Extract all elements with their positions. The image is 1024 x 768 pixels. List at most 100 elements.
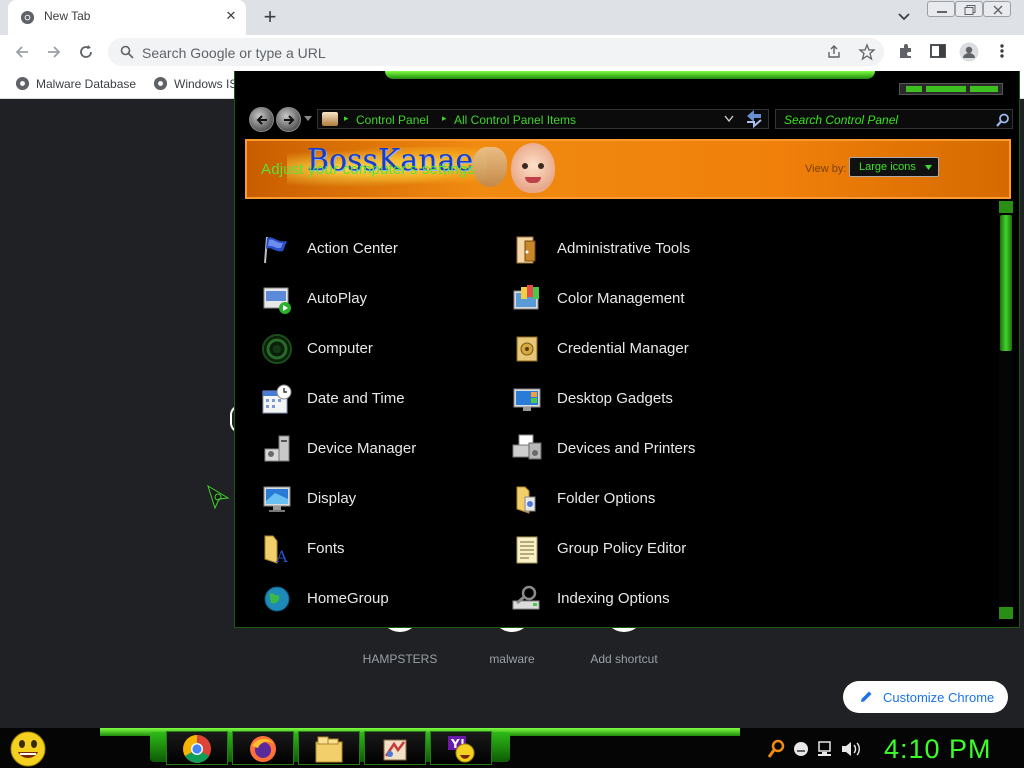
breadcrumb[interactable]: ▸ Control Panel ▸ All Control Panel Item… — [317, 109, 769, 129]
tab-close-icon[interactable]: ✕ — [222, 8, 240, 24]
tab-new-tab[interactable]: New Tab ✕ — [8, 0, 246, 35]
list-item-action-center[interactable]: Action Center — [245, 229, 485, 269]
list-item-color-management[interactable]: Color Management — [495, 279, 735, 319]
firefox-icon — [250, 736, 276, 762]
control-panel-items: Action Center AutoPlay Computer Date and… — [245, 205, 997, 625]
breadcrumb-separator-icon: ▸ — [442, 113, 447, 123]
item-label: Folder Options — [557, 490, 656, 507]
network-icon[interactable] — [818, 741, 831, 756]
shortcut-label-hampsters[interactable]: HAMPSTERS — [345, 652, 455, 666]
start-smiley-icon[interactable] — [8, 730, 48, 768]
side-panel-icon[interactable] — [929, 42, 947, 60]
minimize-icon — [937, 11, 947, 13]
list-item-group-policy-editor[interactable]: Group Policy Editor — [495, 529, 735, 569]
list-item-credential-manager[interactable]: Credential Manager — [495, 329, 735, 369]
search-magnifier-icon[interactable] — [996, 113, 1010, 127]
folder-options-icon — [516, 486, 536, 514]
forward-arrow-icon — [284, 115, 295, 125]
control-panel-window: ▸ Control Panel ▸ All Control Panel Item… — [234, 71, 1020, 628]
back-arrow-icon[interactable] — [12, 42, 32, 62]
globe-favicon-icon — [15, 76, 30, 91]
vertical-scrollbar[interactable] — [999, 201, 1013, 619]
taskbar-control-panel[interactable] — [364, 731, 426, 765]
profile-avatar-icon[interactable] — [959, 42, 979, 62]
header-banner: BossKanae Adjust your computer's setting… — [245, 139, 1011, 199]
flag-icon — [264, 236, 287, 264]
menu-kebab-icon[interactable] — [994, 42, 1010, 60]
list-item-indexing-options[interactable]: Indexing Options — [495, 579, 735, 619]
credential-vault-icon — [516, 336, 538, 362]
item-label: Device Manager — [307, 440, 417, 457]
tiger-image — [473, 147, 507, 187]
scroll-down-arrow-icon[interactable] — [999, 607, 1013, 619]
taskbar-chrome[interactable] — [166, 731, 228, 765]
search-control-panel-input[interactable]: Search Control Panel — [775, 109, 1013, 129]
share-icon[interactable] — [826, 44, 842, 60]
indexing-icon — [512, 585, 540, 610]
taskbar-firefox[interactable] — [232, 731, 294, 765]
breadcrumb-all-items[interactable]: All Control Panel Items — [454, 113, 576, 127]
minimize-button[interactable] — [927, 1, 955, 17]
item-label: Administrative Tools — [557, 240, 691, 257]
new-tab-button[interactable]: + — [258, 4, 282, 30]
customize-chrome-button[interactable]: Customize Chrome — [843, 681, 1008, 713]
bookmark-malware-database[interactable]: Malware Database — [15, 76, 145, 92]
shortcut-label-malware[interactable]: malware — [457, 652, 567, 666]
item-label: Computer — [307, 340, 373, 357]
printer-icon — [512, 434, 542, 460]
bookmark-star-icon[interactable] — [858, 43, 876, 61]
control-panel-icon — [322, 112, 338, 126]
globe-favicon-icon — [153, 76, 168, 91]
restore-button[interactable] — [955, 1, 983, 17]
list-item-computer[interactable]: Computer — [245, 329, 485, 369]
list-item-administrative-tools[interactable]: Administrative Tools — [495, 229, 735, 269]
list-item-device-manager[interactable]: Device Manager — [245, 429, 485, 469]
reload-icon[interactable] — [76, 42, 96, 62]
cp-forward-button[interactable] — [276, 107, 301, 132]
list-item-date-and-time[interactable]: Date and Time — [245, 379, 485, 419]
list-item-display[interactable]: Display — [245, 479, 485, 519]
taskbar-yahoo-messenger[interactable]: Y! — [430, 731, 492, 765]
search-key-icon[interactable] — [768, 739, 785, 758]
item-label: AutoPlay — [307, 290, 368, 307]
taskbar-clock[interactable]: 4:10 PM — [884, 734, 992, 765]
recent-pages-chevron-icon[interactable] — [304, 116, 312, 122]
forward-arrow-icon[interactable] — [44, 42, 64, 62]
close-window-button[interactable] — [983, 1, 1011, 17]
policy-document-icon — [516, 536, 538, 564]
smiley-tray-icon[interactable] — [794, 742, 808, 756]
list-item-folder-options[interactable]: Folder Options — [495, 479, 735, 519]
taskbar-explorer[interactable] — [298, 731, 360, 765]
cp-back-button[interactable] — [249, 107, 274, 132]
scroll-up-arrow-icon[interactable] — [999, 201, 1013, 213]
restore-icon — [964, 5, 976, 15]
list-item-fonts[interactable]: A Fonts — [245, 529, 485, 569]
window-caption-buttons[interactable] — [899, 83, 1003, 95]
shortcut-label-add[interactable]: Add shortcut — [569, 652, 679, 666]
list-item-homegroup[interactable]: HomeGroup — [245, 579, 485, 619]
omnibox[interactable]: Search Google or type a URL — [108, 38, 884, 66]
admin-tools-icon — [516, 236, 536, 264]
list-item-devices-and-printers[interactable]: Devices and Printers — [495, 429, 735, 469]
omnibox-placeholder: Search Google or type a URL — [142, 45, 326, 61]
volume-icon[interactable] — [842, 742, 860, 756]
chrome-favicon-icon — [20, 10, 35, 25]
list-item-desktop-gadgets[interactable]: Desktop Gadgets — [495, 379, 735, 419]
view-by-dropdown[interactable]: Large icons — [849, 157, 939, 177]
extensions-puzzle-icon[interactable] — [897, 42, 915, 60]
list-item-autoplay[interactable]: AutoPlay — [245, 279, 485, 319]
chrome-icon — [183, 735, 211, 763]
color-management-icon — [513, 285, 539, 310]
item-label: Fonts — [307, 540, 345, 557]
tab-title: New Tab — [44, 9, 91, 23]
tab-search-chevron-icon[interactable] — [895, 9, 913, 25]
refresh-arrows-icon[interactable] — [743, 107, 765, 129]
bookmark-windows[interactable]: Windows IS — [153, 76, 235, 92]
bookmark-label: Malware Database — [36, 77, 137, 91]
address-dropdown-icon[interactable] — [724, 115, 734, 123]
breadcrumb-control-panel[interactable]: Control Panel — [356, 113, 429, 127]
system-tray[interactable] — [768, 738, 868, 760]
svg-text:A: A — [275, 547, 288, 565]
monitor-icon — [263, 486, 291, 512]
scroll-thumb[interactable] — [1000, 215, 1012, 351]
